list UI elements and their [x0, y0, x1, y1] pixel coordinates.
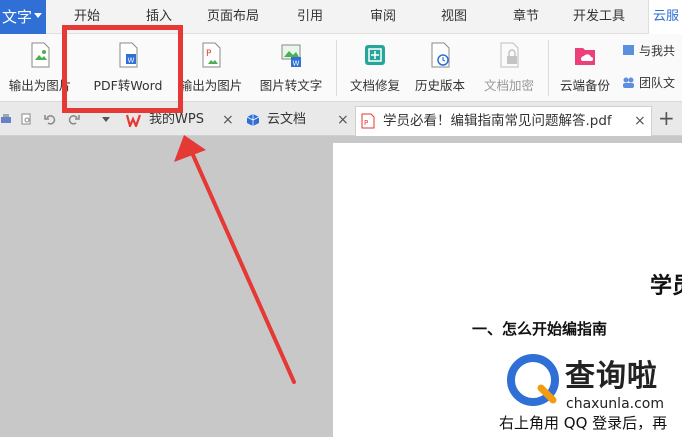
red-arrow: [174, 135, 296, 384]
